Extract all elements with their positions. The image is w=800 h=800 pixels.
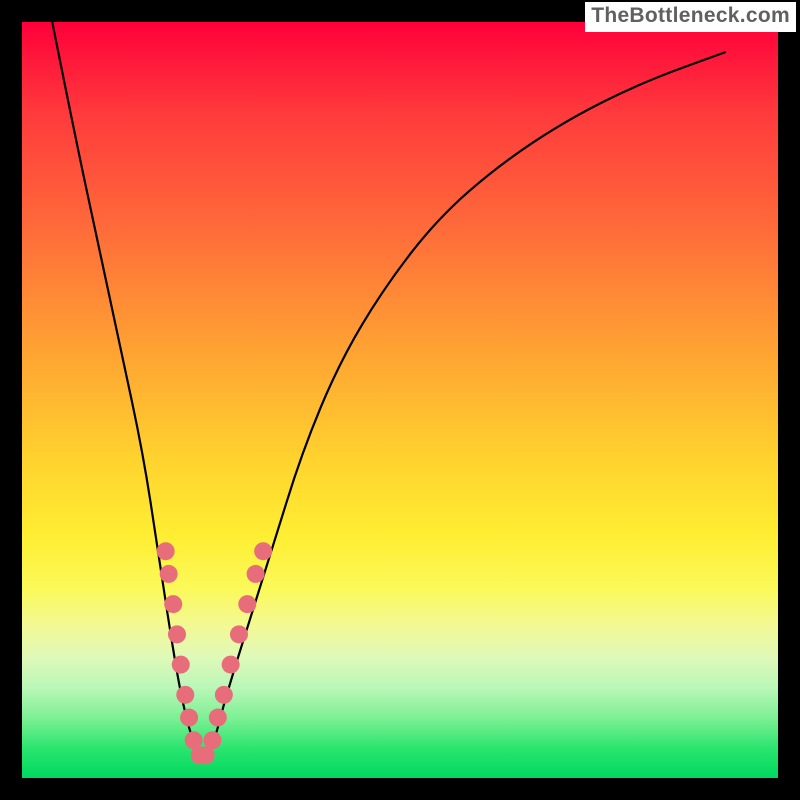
- curve-marker: [222, 656, 240, 674]
- curve-marker: [209, 709, 227, 727]
- chart-svg: [22, 22, 778, 778]
- curve-marker: [168, 625, 186, 643]
- curve-marker: [172, 656, 190, 674]
- curve-marker: [164, 595, 182, 613]
- curve-marker: [247, 565, 265, 583]
- curve-marker: [180, 709, 198, 727]
- curve-marker: [157, 542, 175, 560]
- curve-marker: [204, 731, 222, 749]
- curve-marker: [160, 565, 178, 583]
- curve-marker: [238, 595, 256, 613]
- watermark-text: TheBottleneck.com: [585, 2, 796, 32]
- curve-marker: [230, 625, 248, 643]
- curve-marker: [215, 686, 233, 704]
- chart-frame: TheBottleneck.com: [0, 0, 800, 800]
- curve-marker: [254, 542, 272, 560]
- curve-marker: [176, 686, 194, 704]
- bottleneck-curve: [52, 22, 725, 757]
